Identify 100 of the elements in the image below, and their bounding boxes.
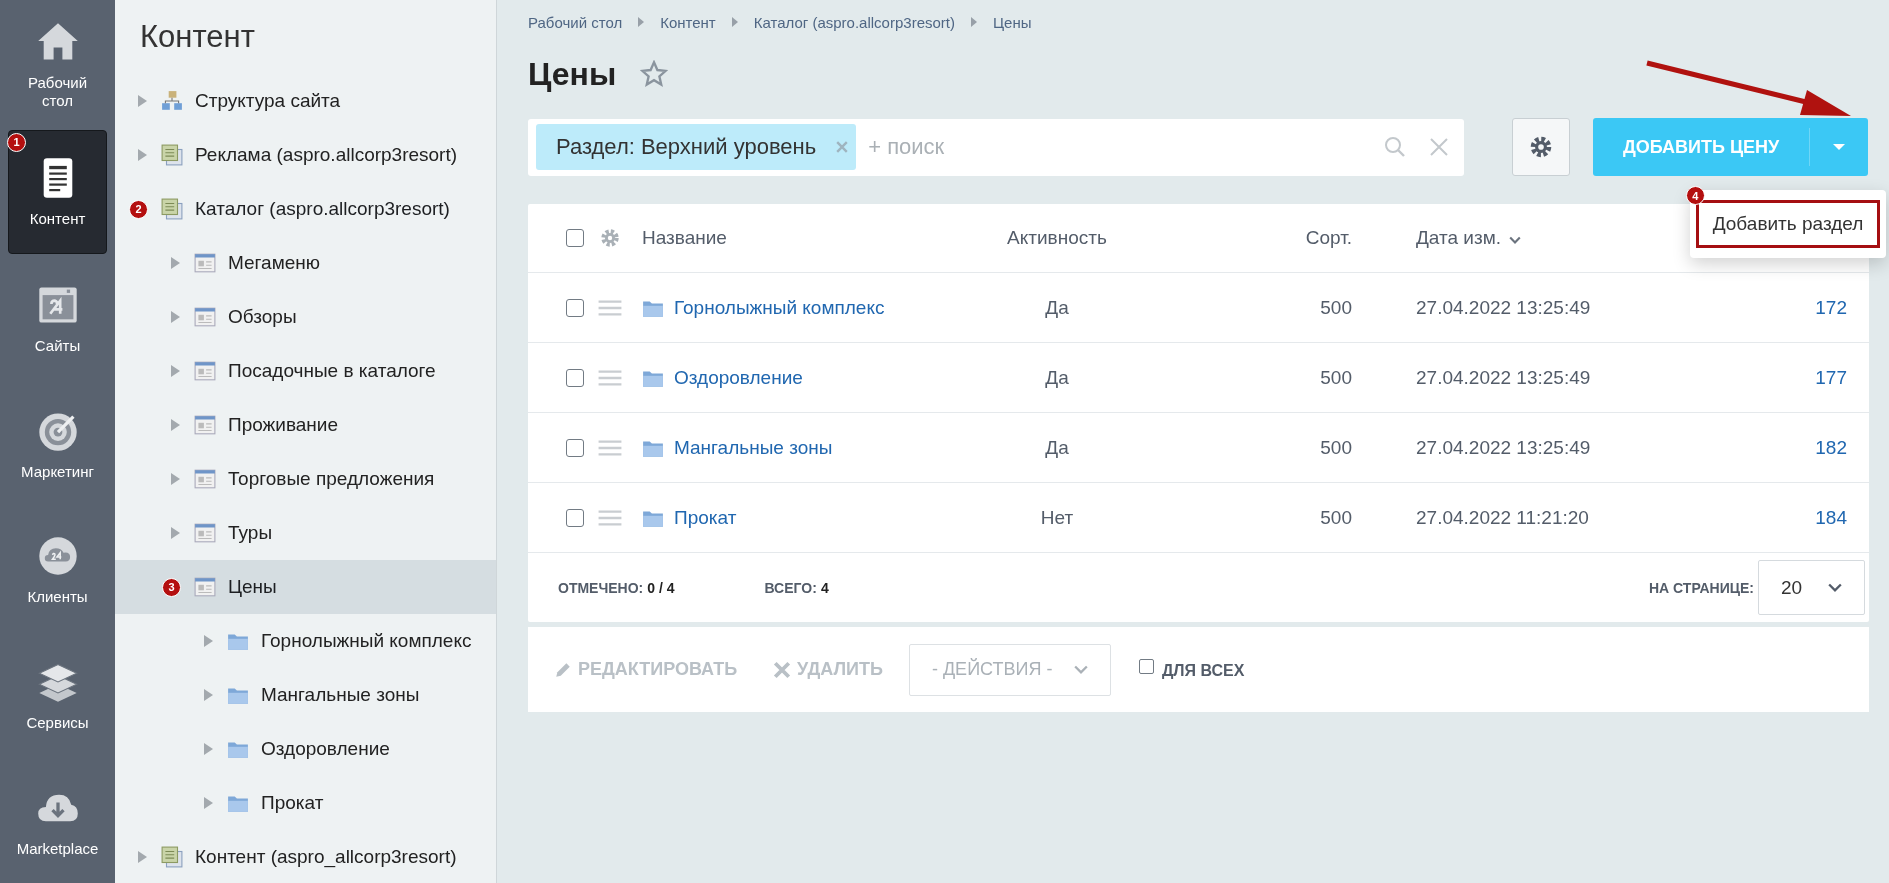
page-size-select[interactable]: 20 [1758,560,1865,615]
breadcrumb-link[interactable]: Рабочий стол [528,13,623,31]
sort-icon[interactable] [1509,236,1522,244]
expand-arrow-icon[interactable] [170,257,180,269]
search-icon[interactable] [1384,136,1406,158]
expand-arrow-icon[interactable] [137,149,147,161]
settings-button[interactable] [1512,118,1570,176]
table-row[interactable]: Мангальные зоны Да 500 27.04.2022 13:25:49 182 [528,413,1869,483]
annotation-badge: 2 [129,199,148,219]
filter-tag[interactable]: Раздел: Верхний уровень [536,124,857,170]
table-cell-text: 27.04.2022 13:25:49 [1416,436,1592,459]
section-link[interactable]: Оздоровление [674,366,803,389]
expand-arrow-icon[interactable] [137,95,147,107]
table-cell-text: 500 [1319,296,1352,319]
nav-item[interactable]: Маркетинг [8,383,107,506]
table-cell-text: Да [1044,366,1070,389]
table-row[interactable]: Прокат Нет 500 27.04.2022 11:21:20 184 [528,483,1869,553]
breadcrumb-link[interactable]: Цены [993,13,1032,31]
tree-item[interactable]: Посадочные в каталоге [115,344,496,398]
row-checkbox[interactable] [566,438,584,457]
table-cell-text: 500 [1319,506,1352,529]
nav-item[interactable]: Marketplace [8,760,107,883]
close-icon[interactable] [1428,136,1450,158]
stacked-pages-icon [161,846,183,868]
window-icon [194,468,216,490]
tree-item[interactable]: Контент (aspro_allcorp3resort) [115,830,496,883]
stacked-pages-icon [161,198,183,220]
search-field[interactable]: Раздел: Верхний уровень + поиск [528,118,1464,176]
column-header[interactable]: Активность [972,227,1142,249]
tree-item[interactable]: Мангальные зоны [115,668,496,722]
tree-item[interactable]: Обзоры [115,290,496,344]
nav-item[interactable]: Сайты [8,257,107,381]
row-checkbox[interactable] [566,508,584,527]
table-cell-text: Да [1044,296,1070,319]
expand-arrow-icon[interactable] [137,851,147,863]
tree-item[interactable]: Торговые предложения [115,452,496,506]
section-link[interactable]: Прокат [674,506,737,529]
drag-handle-icon[interactable] [598,509,622,526]
for-all-checkbox[interactable]: ДЛЯ ВСЕХ [1138,659,1245,680]
nav-item[interactable]: Контент 1 [8,129,107,255]
expand-arrow-icon[interactable] [203,689,213,701]
window-icon [194,576,216,598]
expand-arrow-icon[interactable] [203,743,213,755]
tree-item[interactable]: Реклама (aspro.allcorp3resort) [115,128,496,182]
tree-item[interactable]: Мегаменю [115,236,496,290]
table-cell-text: 500 [1319,366,1352,389]
tree-item[interactable]: Структура сайта [115,74,496,128]
window-icon [194,360,216,382]
column-header[interactable]: Сорт. [1142,227,1352,249]
column-header[interactable]: Дата изм. [1416,227,1502,249]
section-link[interactable]: Мангальные зоны [674,436,833,459]
expand-arrow-icon[interactable] [170,473,180,485]
table-row[interactable]: Оздоровление Да 500 27.04.2022 13:25:49 177 [528,343,1869,413]
row-checkbox[interactable] [566,298,584,317]
id-link[interactable]: 172 [1676,296,1869,319]
tree-item[interactable]: Горнолыжный комплекс [115,614,496,668]
select-all-checkbox[interactable] [566,229,584,247]
tree-item[interactable]: 2 Каталог (aspro.allcorp3resort) [115,182,496,236]
page-title: Цены [528,55,617,93]
id-link[interactable]: 177 [1676,366,1869,389]
pencil-icon [554,660,572,679]
menu-item[interactable]: Добавить раздел [1695,200,1881,248]
breadcrumb-link[interactable]: Каталог (aspro.allcorp3resort) [753,13,955,31]
section-link[interactable]: Горнолыжный комплекс [674,296,885,319]
total-count: 4 [820,579,829,596]
nav-item[interactable]: Клиенты [8,508,107,632]
breadcrumb-link[interactable]: Контент [660,13,716,31]
selected-count-label: ОТМЕЧЕНО: [558,579,644,596]
cross-icon [773,660,792,679]
gear-icon[interactable] [598,227,622,249]
table-row[interactable]: Горнолыжный комплекс Да 500 27.04.2022 13:25:49 172 [528,273,1869,343]
row-checkbox[interactable] [566,368,584,387]
drag-handle-icon[interactable] [598,369,622,386]
tree-item[interactable]: Проживание [115,398,496,452]
id-link[interactable]: 182 [1676,436,1869,459]
selected-count: 0 / 4 [647,579,675,596]
tree-item[interactable]: Туры [115,506,496,560]
expand-arrow-icon[interactable] [170,365,180,377]
expand-arrow-icon[interactable] [203,635,213,647]
tree-item[interactable]: Прокат [115,776,496,830]
expand-arrow-icon[interactable] [170,311,180,323]
expand-arrow-icon[interactable] [203,797,213,809]
drag-handle-icon[interactable] [598,299,622,316]
drag-handle-icon[interactable] [598,439,622,456]
nav-item[interactable]: Рабочий стол [8,4,107,127]
expand-arrow-icon[interactable] [170,527,180,539]
table-cell-text: 27.04.2022 11:21:20 [1416,506,1590,529]
expand-arrow-icon[interactable] [170,419,180,431]
tree-item[interactable]: 3 Цены [115,560,496,614]
table-cell-text: 500 [1319,436,1352,459]
chevron-down-icon [1828,582,1842,593]
tree-item[interactable]: Оздоровление [115,722,496,776]
nav-item[interactable]: Сервисы [8,634,107,758]
annotation-badge: 4 [1685,186,1705,205]
table-cell-text: Нет [1039,506,1075,529]
id-link[interactable]: 184 [1676,506,1869,529]
remove-icon[interactable] [836,141,849,153]
star-icon[interactable] [640,60,669,88]
sitemap-icon [161,90,183,112]
column-header[interactable]: Название [642,227,972,249]
